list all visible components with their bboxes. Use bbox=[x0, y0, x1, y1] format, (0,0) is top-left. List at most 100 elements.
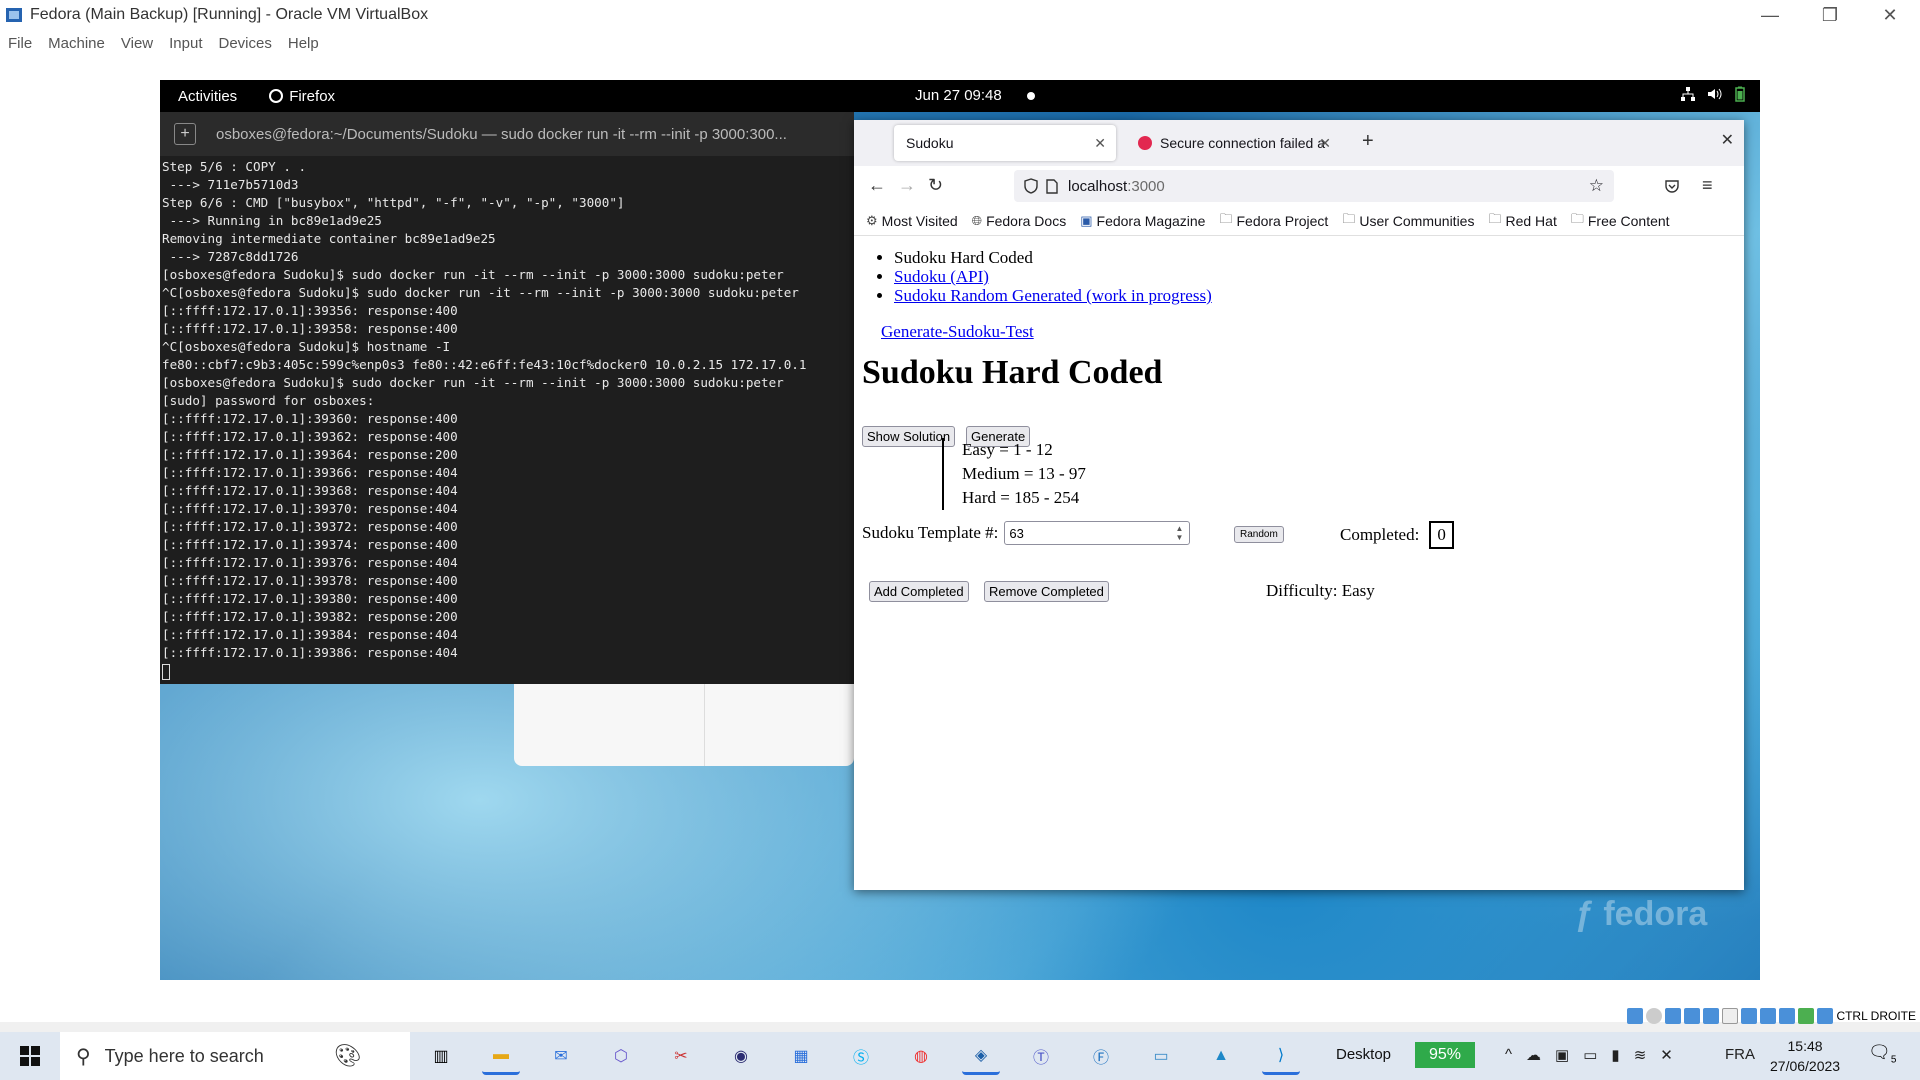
tab-secure-label: Secure connection failed a bbox=[1160, 135, 1325, 151]
tab-secure-connection-failed[interactable]: Secure connection failed a ✕ bbox=[1126, 125, 1341, 161]
file-explorer-icon[interactable]: ▬ bbox=[482, 1037, 520, 1075]
link-sudoku-api[interactable]: Sudoku (API) bbox=[894, 267, 989, 286]
spinner-arrows-icon[interactable]: ▲ ▼ bbox=[1175, 524, 1183, 542]
chevron-up-icon[interactable]: ^ bbox=[1505, 1046, 1512, 1064]
store-icon[interactable]: ▦ bbox=[782, 1037, 820, 1075]
battery-percentage[interactable]: 95% bbox=[1415, 1042, 1475, 1068]
chrome-icon[interactable]: ◍ bbox=[902, 1037, 940, 1075]
close-tab-icon[interactable]: ✕ bbox=[1094, 135, 1106, 152]
bookmark-red-hat[interactable]: 🗀 Red Hat bbox=[1488, 210, 1556, 232]
close-tab-icon[interactable]: ✕ bbox=[1319, 135, 1331, 152]
snipping-tool-icon[interactable]: ✂ bbox=[662, 1037, 700, 1075]
copilot-icon[interactable]: ⬡ bbox=[602, 1037, 640, 1075]
terminal-line: [::ffff:172.17.0.1]:39366: response:404 bbox=[162, 465, 458, 480]
url-port: :3000 bbox=[1127, 177, 1165, 195]
taskbar-search-box[interactable]: ⚲ Type here to search 🎨︎ bbox=[60, 1032, 410, 1080]
terminal-window[interactable]: + osboxes@fedora:~/Documents/Sudoku — su… bbox=[160, 112, 854, 684]
skype-icon[interactable]: Ⓢ bbox=[842, 1037, 880, 1075]
gnome-clock[interactable]: Jun 27 09:48 bbox=[915, 87, 1002, 104]
teams-icon[interactable]: Ⓣ bbox=[1022, 1037, 1060, 1075]
restore-button[interactable]: ❐ bbox=[1800, 0, 1860, 30]
terminal-output[interactable]: Step 5/6 : COPY . . ---> 711e7b5710d3 Ste… bbox=[160, 156, 854, 680]
new-tab-button[interactable]: + bbox=[1362, 130, 1374, 153]
bookmark-star-icon[interactable]: ☆ bbox=[1589, 176, 1604, 196]
link-sudoku-random[interactable]: Sudoku Random Generated (work in progres… bbox=[894, 286, 1212, 305]
menu-devices[interactable]: Devices bbox=[219, 35, 272, 52]
terminal-header: + osboxes@fedora:~/Documents/Sudoku — su… bbox=[160, 112, 854, 156]
virtualbox-titlebar: Fedora (Main Backup) [Running] - Oracle … bbox=[0, 0, 1920, 30]
mail-icon[interactable]: ✉ bbox=[542, 1037, 580, 1075]
notepad-icon[interactable]: ▭ bbox=[1142, 1037, 1180, 1075]
activities-button[interactable]: Activities bbox=[178, 88, 237, 105]
start-button[interactable] bbox=[0, 1032, 60, 1080]
keyboard-capture-icon[interactable] bbox=[1817, 1008, 1834, 1024]
network-adapter-icon[interactable] bbox=[1684, 1008, 1701, 1024]
notification-center-icon[interactable]: 🗨︎5 bbox=[1868, 1042, 1896, 1066]
windows-system-tray[interactable]: ^ ☁ ▣ ▭ ▮ ≋ ✕ bbox=[1505, 1046, 1673, 1064]
virtualbox-taskbar-icon[interactable]: ◈ bbox=[962, 1037, 1000, 1075]
shared-folders-icon[interactable] bbox=[1722, 1008, 1739, 1024]
bookmark-free-content[interactable]: 🗀 Free Content bbox=[1571, 210, 1670, 232]
filezilla-icon[interactable]: Ⓕ bbox=[1082, 1037, 1120, 1075]
hamburger-menu-icon[interactable]: ≡ bbox=[1702, 175, 1713, 196]
back-button[interactable]: ← bbox=[868, 175, 886, 196]
menu-machine[interactable]: Machine bbox=[48, 35, 105, 52]
close-button[interactable]: ✕ bbox=[1860, 0, 1920, 30]
menu-view[interactable]: View bbox=[121, 35, 153, 52]
terminal-title: osboxes@fedora:~/Documents/Sudoku — sudo… bbox=[216, 125, 787, 143]
link-generate-sudoku-test[interactable]: Generate-Sudoku-Test bbox=[881, 322, 1034, 342]
battery-icon[interactable]: ▮ bbox=[1611, 1046, 1619, 1064]
eclipse-icon[interactable]: ◉ bbox=[722, 1037, 760, 1075]
close-window-icon[interactable]: ✕ bbox=[1721, 130, 1734, 150]
completed-counter: Completed: 0 bbox=[1340, 521, 1454, 549]
gnome-system-tray[interactable] bbox=[1680, 86, 1748, 102]
volume-muted-icon[interactable]: ✕ bbox=[1660, 1046, 1673, 1064]
cpu-icon[interactable] bbox=[1779, 1008, 1796, 1024]
template-row: Sudoku Template #: 63 ▲ ▼ bbox=[862, 521, 1191, 545]
bookmark-most-visited[interactable]: ⚙ Most Visited bbox=[866, 213, 958, 229]
task-view-icon[interactable]: ▥ bbox=[422, 1037, 460, 1075]
wifi-icon[interactable]: ≋ bbox=[1634, 1046, 1647, 1064]
forward-button[interactable]: → bbox=[898, 175, 916, 196]
menu-file[interactable]: File bbox=[8, 35, 32, 52]
mouse-integration-icon[interactable] bbox=[1798, 1008, 1815, 1024]
windows-taskbar: ⚲ Type here to search 🎨︎ ▥ ▬ ✉ ⬡ ✂ ◉ ▦ Ⓢ… bbox=[0, 1032, 1920, 1080]
level-easy: Easy = 1 - 12 bbox=[962, 440, 1053, 459]
virtualbox-status-bar: CTRL DROITE bbox=[1627, 1006, 1916, 1026]
bookmark-user-communities[interactable]: 🗀 User Communities bbox=[1342, 210, 1474, 232]
display-icon[interactable] bbox=[1741, 1008, 1758, 1024]
reload-button[interactable]: ↻ bbox=[928, 175, 943, 196]
menu-help[interactable]: Help bbox=[288, 35, 319, 52]
gear-icon: ⚙ bbox=[866, 212, 878, 228]
shield-icon bbox=[1024, 178, 1038, 194]
bookmark-fedora-magazine[interactable]: ▣ Fedora Magazine bbox=[1080, 213, 1205, 229]
minimize-button[interactable]: — bbox=[1740, 0, 1800, 30]
remove-completed-button[interactable]: Remove Completed bbox=[984, 581, 1109, 602]
optical-drive-icon[interactable] bbox=[1646, 1008, 1663, 1024]
add-completed-button[interactable]: Add Completed bbox=[869, 581, 969, 602]
photos-icon[interactable]: ▲ bbox=[1202, 1037, 1240, 1075]
url-bar[interactable]: localhost:3000 ☆ bbox=[1014, 170, 1614, 202]
windows-logo-icon bbox=[20, 1046, 40, 1066]
onedrive-icon[interactable]: ☁ bbox=[1526, 1046, 1541, 1064]
random-button[interactable]: Random bbox=[1234, 526, 1284, 543]
usb-icon[interactable] bbox=[1703, 1008, 1720, 1024]
template-value: 63 bbox=[1009, 525, 1024, 541]
new-tab-icon[interactable]: + bbox=[174, 123, 196, 145]
audio-icon[interactable] bbox=[1665, 1008, 1682, 1024]
vscode-icon[interactable]: ⟩ bbox=[1262, 1037, 1300, 1075]
taskbar-clock[interactable]: 15:48 27/06/2023 bbox=[1770, 1036, 1840, 1076]
hard-disk-icon[interactable] bbox=[1627, 1008, 1644, 1024]
template-number-input[interactable]: 63 ▲ ▼ bbox=[1004, 521, 1191, 545]
pocket-icon[interactable] bbox=[1664, 178, 1680, 194]
display-icon[interactable]: ▭ bbox=[1583, 1046, 1597, 1064]
meet-now-icon[interactable]: ▣ bbox=[1555, 1046, 1569, 1064]
menu-input[interactable]: Input bbox=[169, 35, 202, 52]
desktop-toolbar-label[interactable]: Desktop bbox=[1336, 1046, 1391, 1063]
tab-sudoku[interactable]: Sudoku ✕ bbox=[894, 125, 1116, 161]
recording-icon[interactable] bbox=[1760, 1008, 1777, 1024]
bookmark-fedora-project[interactable]: 🗀 Fedora Project bbox=[1219, 210, 1328, 232]
bookmark-fedora-docs[interactable]: 🌐︎ Fedora Docs bbox=[972, 213, 1067, 229]
app-menu[interactable]: Firefox bbox=[269, 88, 335, 105]
input-language[interactable]: FRA bbox=[1725, 1046, 1755, 1063]
